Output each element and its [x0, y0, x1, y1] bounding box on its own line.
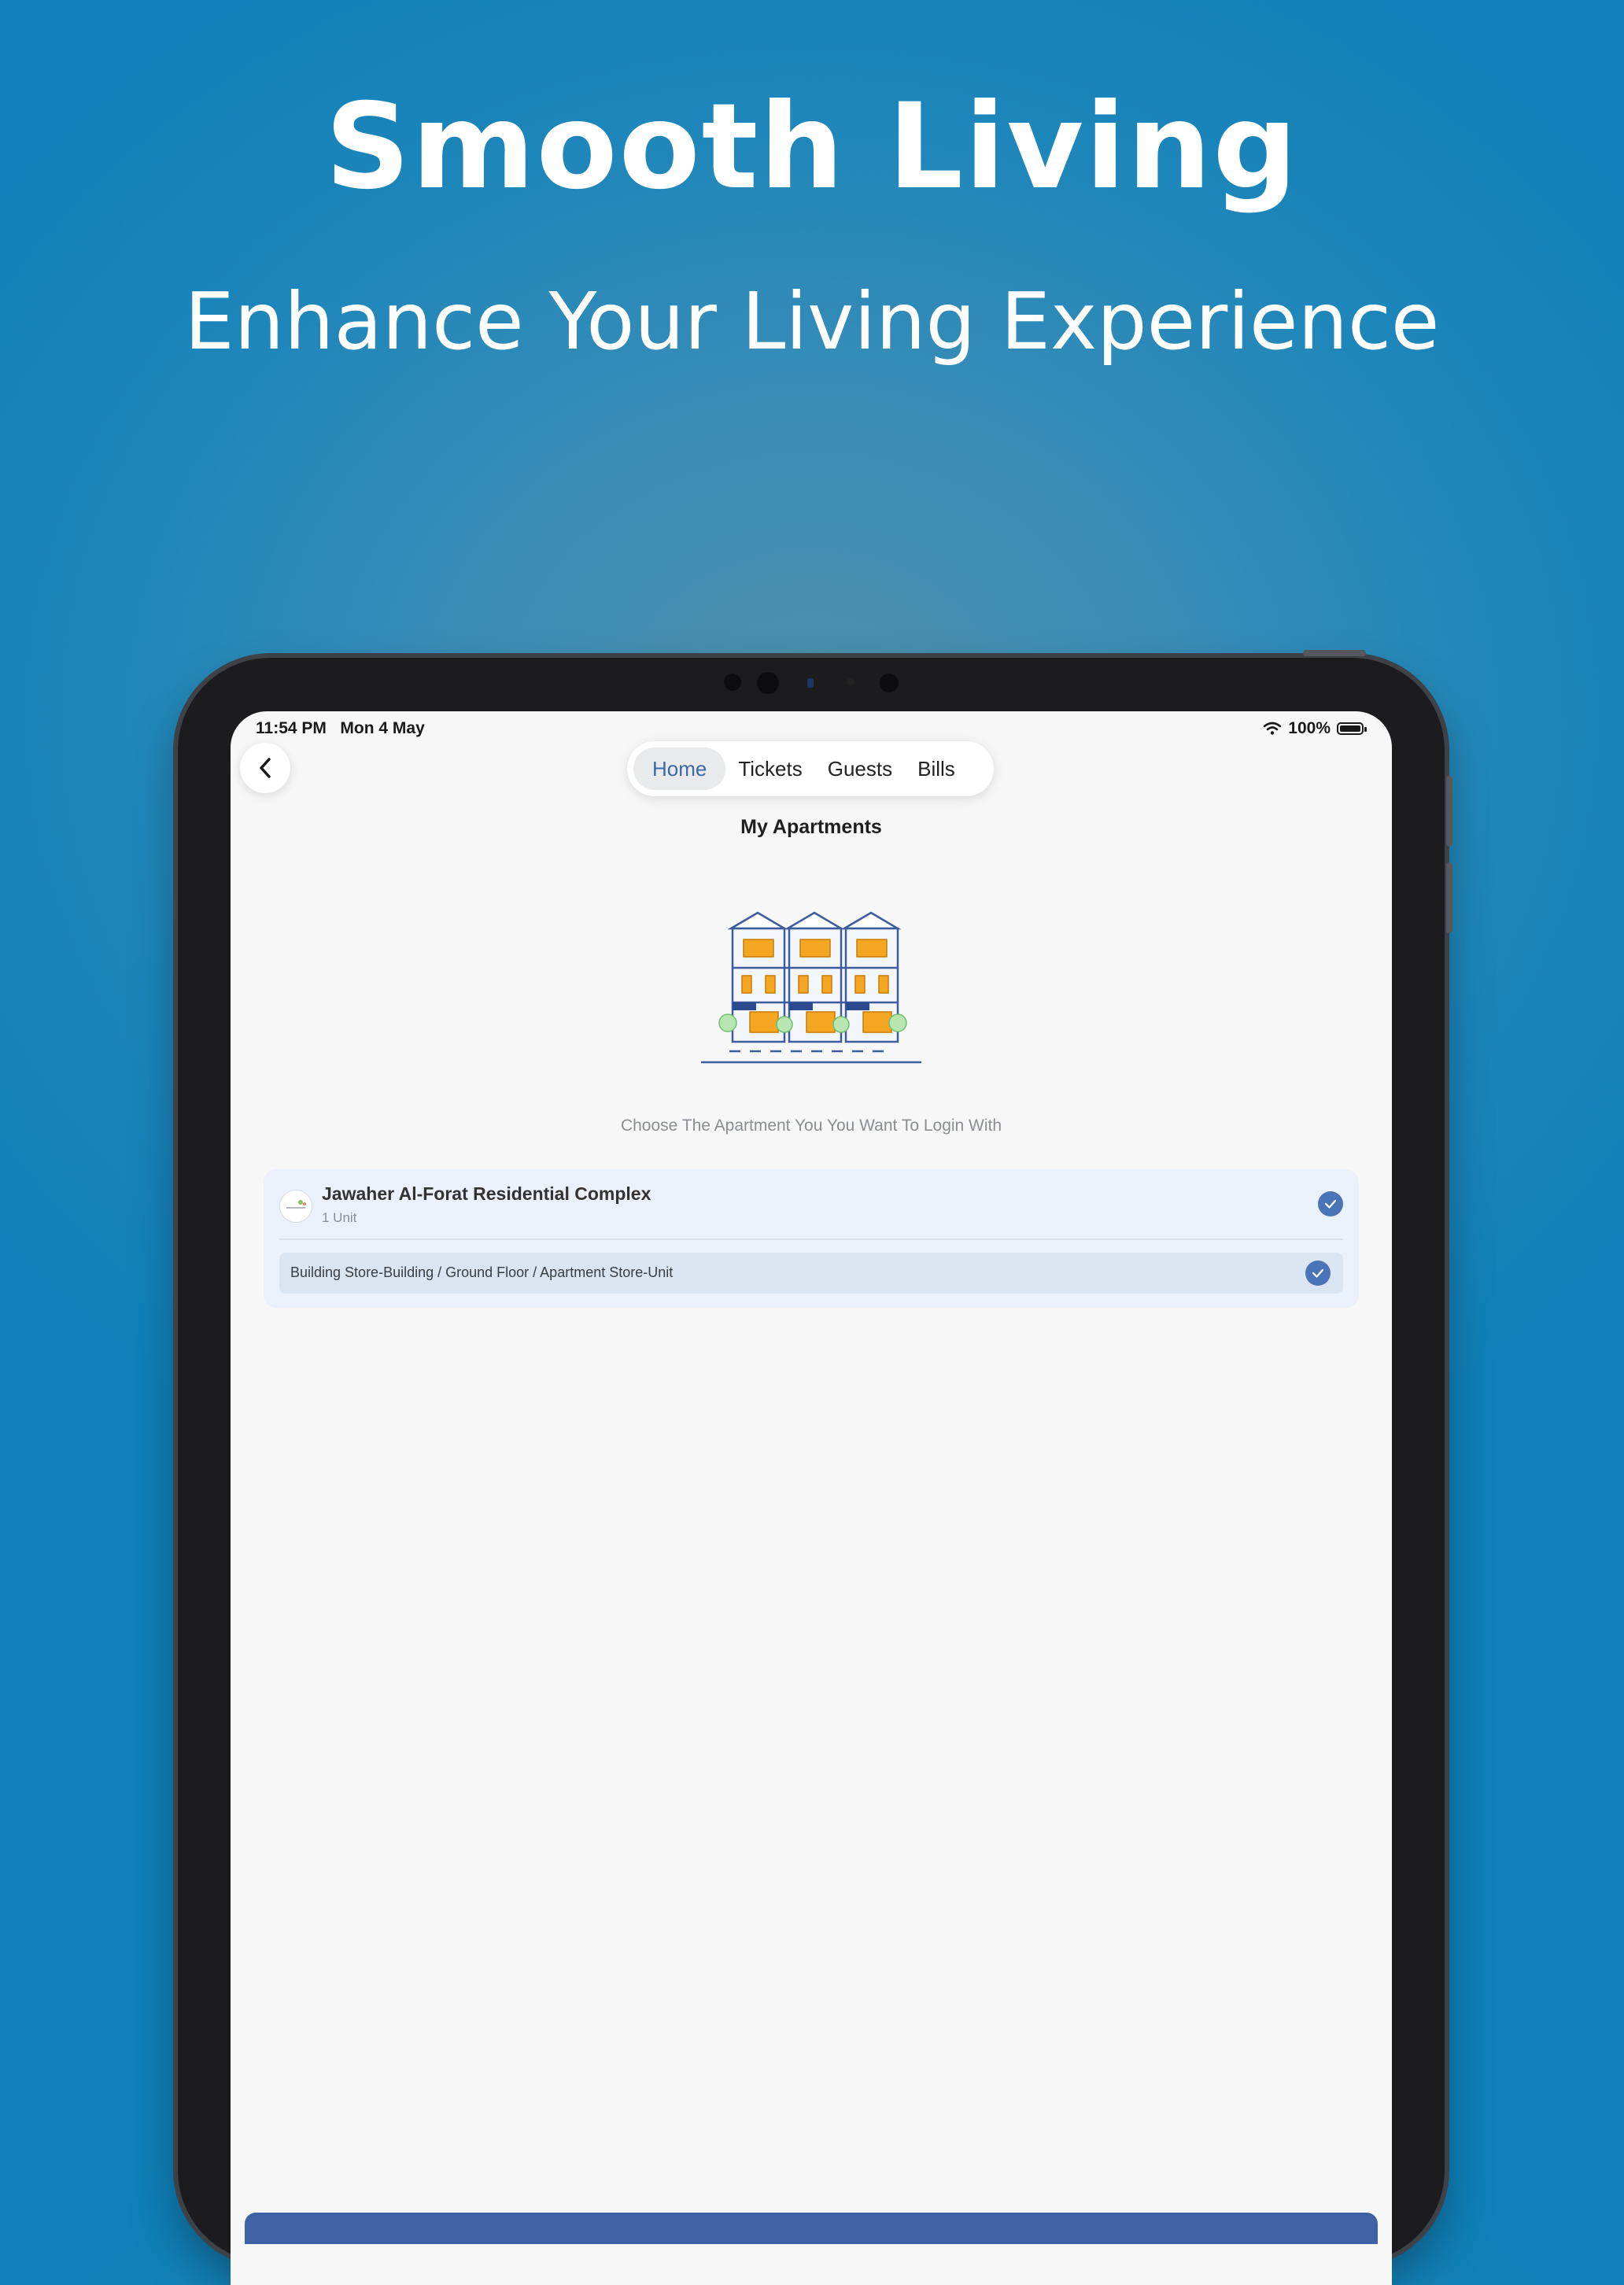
status-time-date: 11:54 PM Mon 4 May — [256, 719, 425, 738]
continue-button[interactable] — [245, 2213, 1378, 2244]
unit-row[interactable]: Building Store-Building / Ground Floor /… — [279, 1253, 1343, 1294]
complex-logo-icon — [286, 1200, 306, 1209]
apartments-illustration — [701, 911, 921, 1064]
back-button[interactable] — [240, 743, 290, 793]
device-top-button — [1303, 650, 1366, 656]
choose-apartment-prompt: Choose The Apartment You You Want To Log… — [620, 1117, 1002, 1135]
status-date: Mon 4 May — [340, 719, 425, 737]
status-time: 11:54 PM — [256, 719, 327, 737]
ipad-frame: 11:54 PM Mon 4 May 100% Home Tickets Gue… — [178, 650, 1452, 2285]
complex-check-icon[interactable] — [1318, 1191, 1343, 1216]
complex-name: Jawaher Al-Forat Residential Complex — [322, 1183, 651, 1204]
tab-guests[interactable]: Guests — [815, 748, 905, 790]
device-volume-up — [1446, 776, 1452, 847]
battery-percent: 100% — [1288, 719, 1331, 737]
complex-logo — [279, 1190, 312, 1223]
unit-check-icon[interactable] — [1305, 1261, 1331, 1286]
tab-home[interactable]: Home — [633, 748, 726, 790]
unit-label: Building Store-Building / Ground Floor /… — [290, 1264, 674, 1280]
promo-subheadline: Enhance Your Living Experience — [184, 275, 1440, 367]
chevron-left-icon — [260, 758, 271, 778]
tab-bar: Home Tickets Guests Bills — [627, 741, 994, 796]
dot-projector — [880, 674, 899, 692]
promo-headline: Smooth Living — [325, 79, 1299, 216]
app-screen: 11:54 PM Mon 4 May 100% Home Tickets Gue… — [231, 711, 1392, 2285]
card-divider — [279, 1238, 1343, 1240]
tab-tickets[interactable]: Tickets — [725, 748, 814, 790]
proximity-sensor — [807, 678, 814, 688]
device-volume-down — [1446, 862, 1452, 933]
wifi-icon — [1263, 722, 1282, 735]
flood-illuminator — [847, 678, 854, 686]
complex-unit-count: 1 Unit — [322, 1210, 357, 1225]
status-right: 100% — [1263, 719, 1367, 738]
complex-card[interactable]: Jawaher Al-Forat Residential Complex 1 U… — [264, 1169, 1359, 1308]
front-camera — [724, 674, 741, 691]
page-title: My Apartments — [740, 816, 882, 838]
tab-bills[interactable]: Bills — [905, 748, 968, 790]
face-id-sensor — [757, 672, 779, 694]
battery-icon — [1337, 722, 1367, 735]
